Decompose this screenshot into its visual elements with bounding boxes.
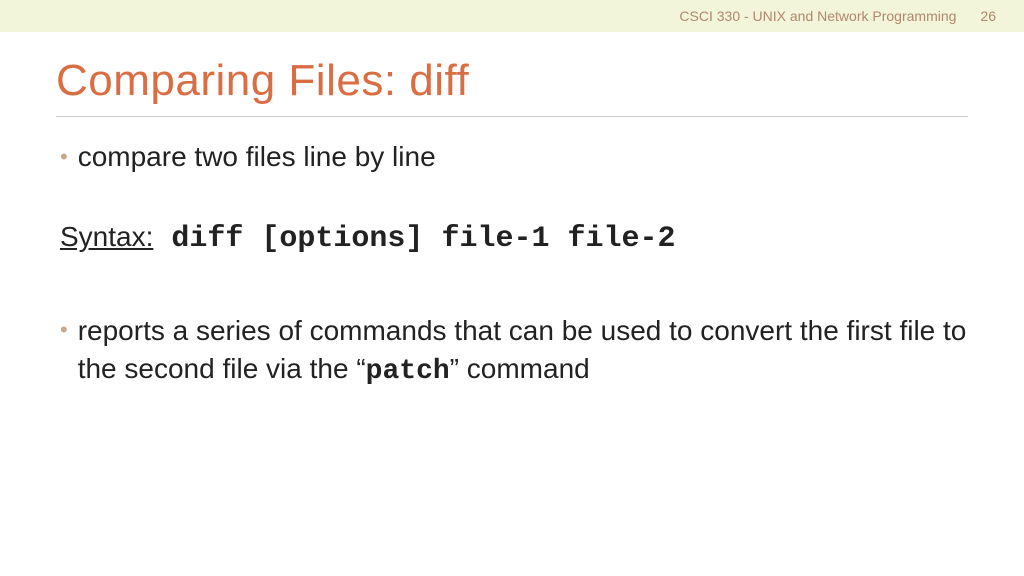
bullet-item-2: • reports a series of commands that can … [56,312,968,391]
syntax-label: Syntax: [60,221,153,252]
bullet-text-2: reports a series of commands that can be… [78,312,968,391]
syntax-line: Syntax: diff [options] file-1 file-2 [60,221,968,256]
syntax-code: diff [options] file-1 file-2 [153,222,675,256]
bullet-dot-icon: • [60,139,68,175]
bullet-dot-icon: • [60,312,68,348]
slide-title: Comparing Files: diff [56,56,968,117]
header-bar: CSCI 330 - UNIX and Network Programming … [0,0,1024,32]
patch-code: patch [366,356,450,387]
bullet-item-1: • compare two files line by line [56,139,968,175]
bullet2-part2: ” command [450,353,590,384]
slide-number: 26 [980,8,996,24]
course-label: CSCI 330 - UNIX and Network Programming [679,8,956,24]
slide-content: Comparing Files: diff • compare two file… [0,32,1024,391]
bullet-text-1: compare two files line by line [78,139,436,175]
